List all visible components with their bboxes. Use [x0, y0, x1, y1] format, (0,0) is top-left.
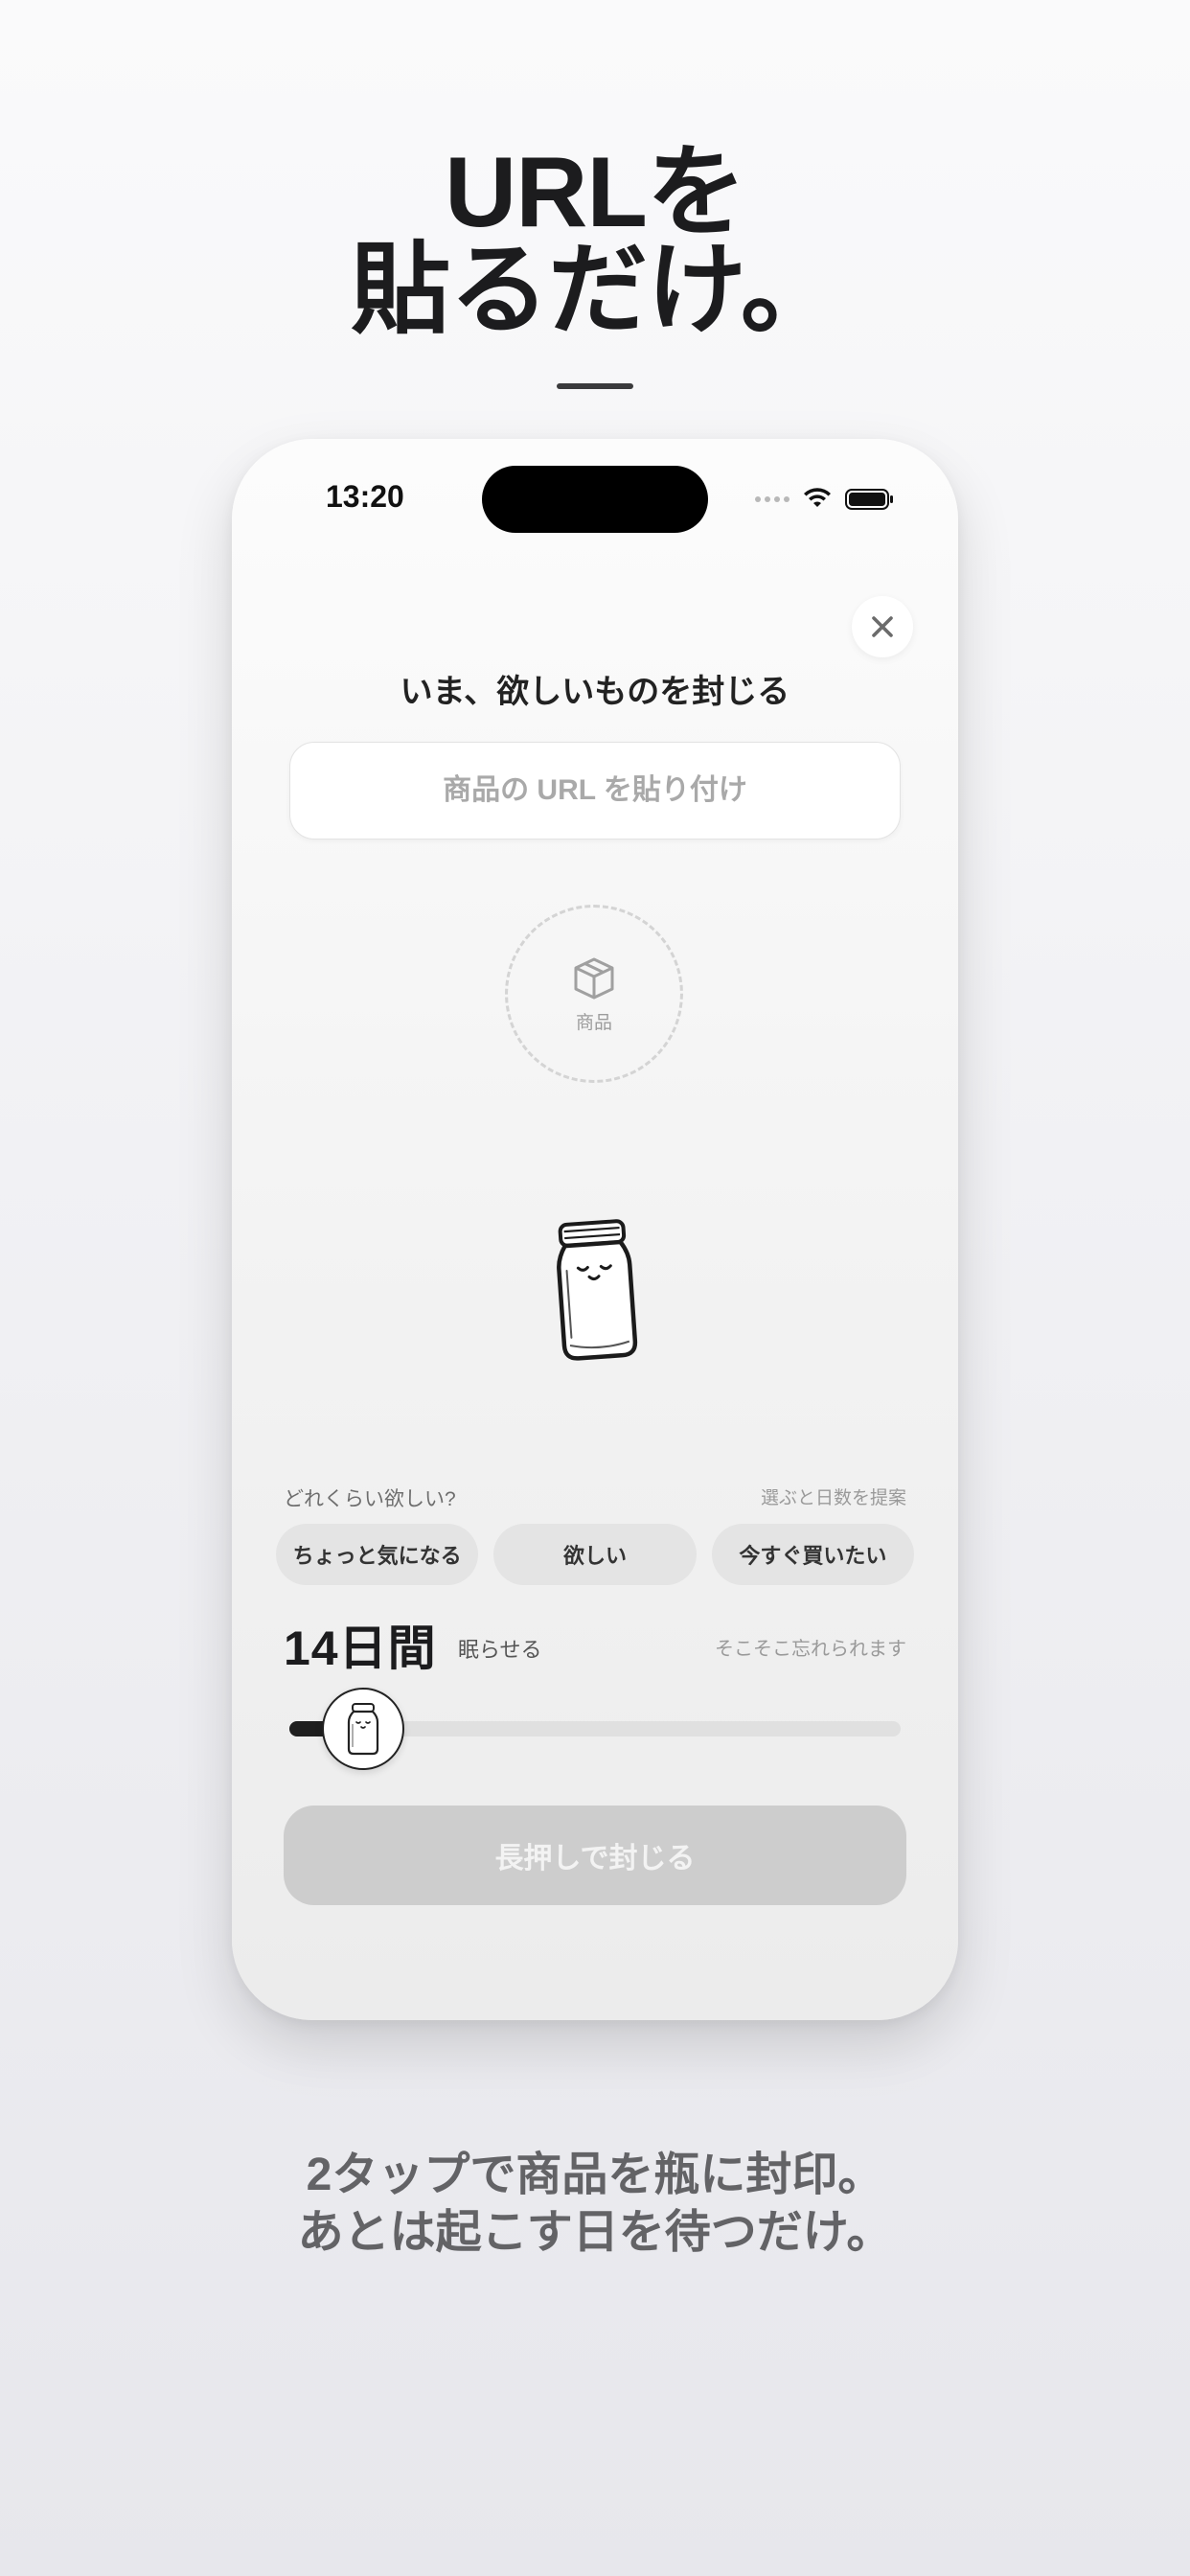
- duration-row: 14日間 眠らせる そこそこ忘れられます: [284, 1610, 906, 1675]
- wifi-icon: [804, 488, 831, 507]
- sleeping-jar-icon: [557, 1219, 638, 1361]
- seal-button[interactable]: 長押しで封じる: [284, 1806, 906, 1905]
- signal-dots-icon: [755, 496, 790, 502]
- dynamic-island: [482, 466, 708, 533]
- caption-line-2: あとは起こす日を待つだけ。: [297, 2207, 893, 2258]
- battery-icon: [845, 489, 893, 510]
- headline-line-1: URLを: [445, 137, 746, 248]
- want-option-curious[interactable]: ちょっと気になる: [276, 1524, 479, 1585]
- duration-value: 14日間: [284, 1622, 437, 1675]
- headline-divider: [557, 383, 633, 389]
- product-image-slot[interactable]: 商品: [505, 905, 683, 1083]
- duration-note: そこそこ忘れられます: [715, 1639, 906, 1660]
- caption-line-1: 2タップで商品を瓶に封印。: [306, 2150, 884, 2200]
- want-level-options: ちょっと気になる 欲しい 今すぐ買いたい: [276, 1524, 914, 1585]
- status-icons: [755, 487, 895, 512]
- caption: 2タップで商品を瓶に封印。 あとは起こす日を待つだけ。: [0, 2147, 1190, 2262]
- box-icon: [574, 957, 614, 999]
- close-button[interactable]: [852, 596, 913, 657]
- status-time: 13:20: [326, 479, 404, 514]
- duration-slider-thumb[interactable]: [321, 1688, 404, 1770]
- product-slot-label: 商品: [575, 1012, 612, 1033]
- want-option-buy-now[interactable]: 今すぐ買いたい: [711, 1524, 914, 1585]
- close-icon: [872, 616, 893, 637]
- want-level-hint: 選ぶと日数を提案: [760, 1488, 906, 1508]
- headline: URLを 貼るだけ。: [0, 137, 1190, 346]
- jar-icon: [347, 1703, 378, 1756]
- phone-frame: 13:20 いま、欲しいものを封じる 商品の URL を貼り付け 商品 どれくら…: [232, 439, 958, 2020]
- url-input[interactable]: [289, 742, 901, 840]
- want-level-question: どれくらい欲しい?: [284, 1488, 456, 1510]
- want-option-want[interactable]: 欲しい: [493, 1524, 697, 1585]
- sheet-title: いま、欲しいものを封じる: [400, 674, 790, 710]
- headline-line-2: 貼るだけ。: [351, 235, 840, 346]
- duration-suffix: 眠らせる: [458, 1638, 542, 1662]
